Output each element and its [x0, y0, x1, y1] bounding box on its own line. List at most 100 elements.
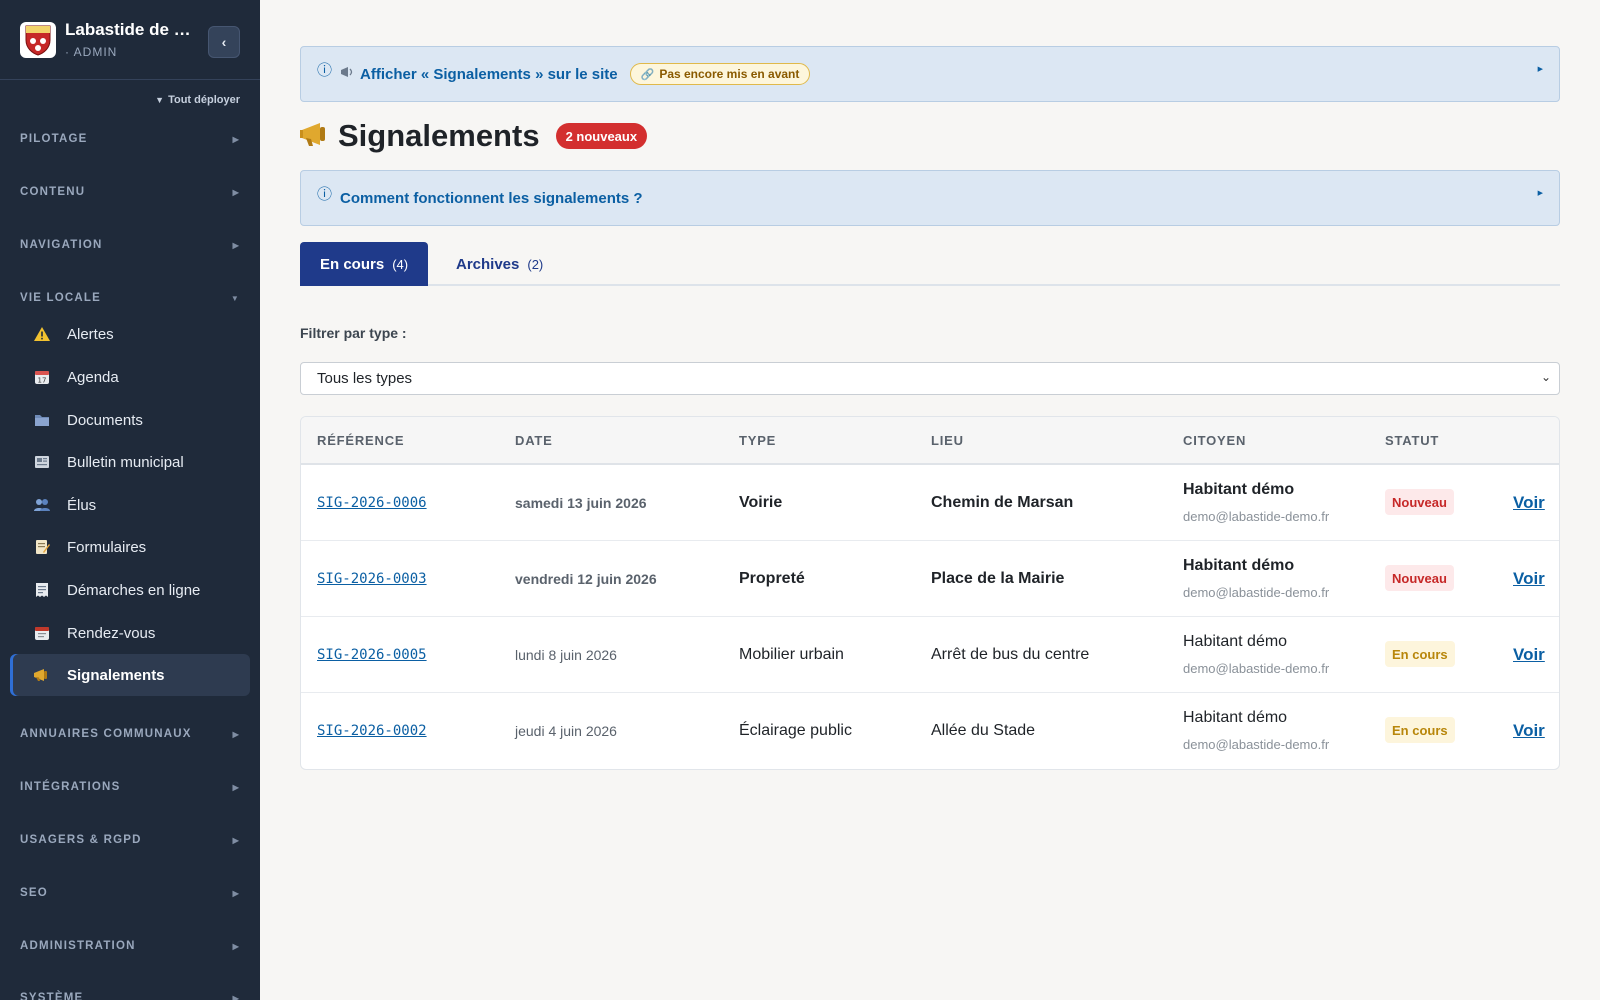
type-filter-select[interactable]: Tous les types ⌄: [300, 362, 1560, 395]
sidebar-item-rendez-vous[interactable]: Rendez-vous: [10, 612, 250, 654]
site-visibility-banner[interactable]: ⓘ Afficher « Signalements » sur le site …: [300, 46, 1560, 102]
tab-bar: En cours (4) Archives (2): [300, 242, 1560, 286]
folder-icon: [32, 413, 52, 427]
chevron-down-icon: ⌄: [1540, 370, 1551, 384]
view-link[interactable]: Voir: [1513, 721, 1545, 741]
collapse-sidebar-button[interactable]: ‹: [208, 26, 240, 58]
view-link[interactable]: Voir: [1513, 569, 1545, 589]
sidebar-section-usagers[interactable]: USAGERS & RGPD ▶: [20, 830, 240, 850]
sidebar-item-bulletin[interactable]: Bulletin municipal: [10, 441, 250, 483]
status-badge: En cours: [1385, 641, 1455, 667]
sidebar-item-alertes[interactable]: Alertes: [10, 313, 250, 355]
caret-right-icon: ▶: [232, 782, 240, 792]
citizen-name: Habitant démo: [1183, 481, 1295, 498]
citizen-email: demo@labastide-demo.fr: [1183, 509, 1330, 524]
sidebar-section-seo[interactable]: SEO ▶: [20, 883, 240, 903]
table-row: SIG-2026-0002 jeudi 4 juin 2026 Éclairag…: [301, 693, 1559, 769]
caret-right-icon: ▶: [232, 835, 240, 845]
calendar-icon: 17: [32, 369, 52, 385]
reference-link[interactable]: SIG-2026-0003: [317, 571, 427, 587]
caret-right-icon: ▶: [232, 134, 240, 144]
sidebar-item-formulaires[interactable]: Formulaires: [10, 526, 250, 568]
status-badge: En cours: [1385, 717, 1455, 743]
report-date: jeudi 4 juin 2026: [515, 723, 617, 739]
chevron-left-icon: ‹: [221, 34, 227, 50]
column-header-type: TYPE: [739, 433, 777, 448]
caret-down-icon: ▼: [230, 293, 240, 303]
highlight-status-badge: 🔗 Pas encore mis en avant: [629, 63, 811, 85]
reference-link[interactable]: SIG-2026-0005: [317, 647, 427, 663]
coat-of-arms-logo: [20, 21, 56, 58]
expand-all-button[interactable]: ▼ Tout déployer: [140, 94, 240, 106]
citizen-name: Habitant démo: [1183, 557, 1295, 574]
tab-archives[interactable]: Archives (2): [436, 242, 563, 286]
reports-table: RÉFÉRENCE DATE TYPE LIEU CITOYEN STATUT …: [300, 416, 1560, 770]
sidebar-item-documents[interactable]: Documents: [10, 399, 250, 441]
tab-en-cours[interactable]: En cours (4): [300, 242, 429, 286]
info-icon: ⓘ: [317, 61, 333, 79]
page-header: Signalements 2 nouveaux: [300, 116, 648, 156]
view-link[interactable]: Voir: [1513, 645, 1545, 665]
report-location: Place de la Mairie: [931, 570, 1065, 587]
help-link[interactable]: Comment fonctionnent les signalements ?: [340, 190, 643, 207]
column-header-statut: STATUT: [1385, 433, 1440, 448]
sidebar-section-pilotage[interactable]: PILOTAGE ▶: [20, 129, 240, 149]
caret-right-icon: ▶: [1537, 190, 1543, 197]
brand-role: · ADMIN: [65, 45, 118, 59]
view-link[interactable]: Voir: [1513, 493, 1545, 513]
sidebar-section-integrations[interactable]: INTÉGRATIONS ▶: [20, 777, 240, 797]
sidebar-item-signalements[interactable]: Signalements: [10, 654, 250, 696]
caret-right-icon: ▶: [232, 941, 240, 951]
report-date: vendredi 12 juin 2026: [515, 571, 657, 587]
brand-name: Labastide de M...: [65, 20, 200, 39]
megaphone-icon: [32, 668, 52, 682]
people-icon: [32, 498, 52, 512]
report-location: Arrêt de bus du centre: [931, 646, 1090, 663]
sidebar-section-contenu[interactable]: CONTENU ▶: [20, 182, 240, 202]
link-icon: 🔗: [640, 68, 655, 81]
svg-text:17: 17: [38, 377, 47, 385]
table-header: RÉFÉRENCE DATE TYPE LIEU CITOYEN STATUT: [301, 417, 1559, 465]
column-header-reference: RÉFÉRENCE: [317, 433, 405, 448]
receipt-icon: [32, 582, 52, 598]
sidebar-section-vie-locale[interactable]: VIE LOCALE ▼: [20, 288, 240, 308]
report-date: samedi 13 juin 2026: [515, 495, 647, 511]
citizen-name: Habitant démo: [1183, 633, 1288, 650]
report-type: Voirie: [739, 494, 783, 511]
megaphone-icon: [300, 121, 332, 152]
caret-right-icon: ▶: [232, 729, 240, 739]
sidebar-item-agenda[interactable]: 17 Agenda: [10, 356, 250, 398]
table-row: SIG-2026-0003 vendredi 12 juin 2026 Prop…: [301, 541, 1559, 617]
reference-link[interactable]: SIG-2026-0002: [317, 723, 427, 739]
help-banner[interactable]: ⓘ Comment fonctionnent les signalements …: [300, 170, 1560, 226]
reference-link[interactable]: SIG-2026-0006: [317, 495, 427, 511]
newspaper-icon: [32, 455, 52, 469]
sidebar-section-navigation[interactable]: NAVIGATION ▶: [20, 235, 240, 255]
warning-icon: [32, 327, 52, 341]
new-count-badge: 2 nouveaux: [555, 123, 648, 149]
tear-calendar-icon: [32, 625, 52, 641]
filter-label: Filtrer par type :: [300, 325, 407, 341]
report-location: Allée du Stade: [931, 722, 1036, 739]
loudspeaker-icon: [340, 65, 354, 83]
table-row: SIG-2026-0006 samedi 13 juin 2026 Voirie…: [301, 465, 1559, 541]
sidebar-item-elus[interactable]: Élus: [10, 484, 250, 526]
caret-right-icon: ▶: [232, 888, 240, 898]
page-title: Signalements: [338, 118, 540, 153]
sidebar-brand: Labastide de M... · ADMIN ‹: [0, 0, 260, 80]
caret-right-icon: ▶: [1537, 66, 1543, 73]
sidebar-section-annuaires[interactable]: ANNUAIRES COMMUNAUX ▶: [20, 724, 240, 744]
column-header-citoyen: CITOYEN: [1183, 433, 1247, 448]
sidebar-section-systeme[interactable]: SYSTÈME ▶: [20, 988, 240, 1000]
citizen-email: demo@labastide-demo.fr: [1183, 585, 1330, 600]
report-type: Propreté: [739, 570, 805, 587]
caret-down-icon: ▼: [155, 95, 165, 105]
citizen-email: demo@labastide-demo.fr: [1183, 661, 1330, 676]
sidebar-section-administration[interactable]: ADMINISTRATION ▶: [20, 936, 240, 956]
column-header-date: DATE: [515, 433, 553, 448]
report-type: Mobilier urbain: [739, 646, 844, 663]
report-location: Chemin de Marsan: [931, 494, 1074, 511]
sidebar-item-demarches[interactable]: Démarches en ligne: [10, 569, 250, 611]
info-icon: ⓘ: [317, 185, 333, 203]
show-on-site-link[interactable]: Afficher « Signalements » sur le site: [360, 66, 618, 83]
